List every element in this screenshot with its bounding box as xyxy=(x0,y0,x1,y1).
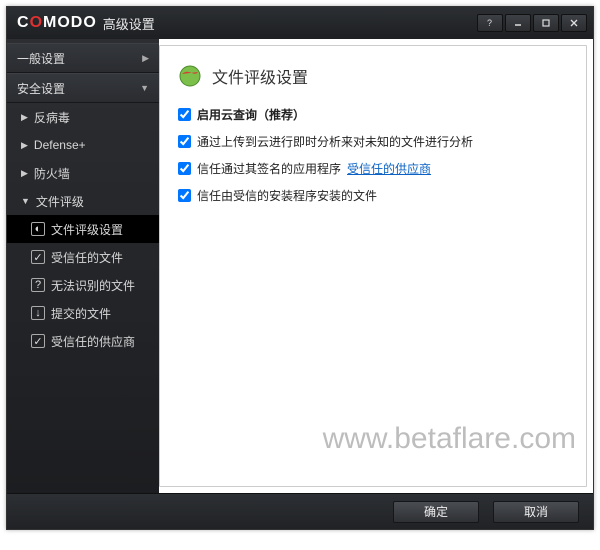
help-button[interactable]: ? xyxy=(477,14,503,32)
sidebar-sub-file-rating-settings[interactable]: ◐文件评级设置 xyxy=(7,215,159,243)
content-panel: 文件评级设置 启用云查询（推荐） 通过上传到云进行即时分析来对未知的文件进行分析… xyxy=(159,45,587,487)
option-label: 启用云查询（推荐） xyxy=(197,106,305,123)
option-trust-signed[interactable]: 信任通过其签名的应用程序 受信任的供应商 xyxy=(178,160,568,177)
sidebar-item-firewall[interactable]: ▶防火墙 xyxy=(7,159,159,187)
checkbox-cloud-lookup[interactable] xyxy=(178,108,191,121)
chevron-right-icon: ▶ xyxy=(21,112,28,123)
sidebar-section-label: 一般设置 xyxy=(17,50,65,67)
sidebar-item-file-rating[interactable]: ▼文件评级 xyxy=(7,187,159,215)
sidebar-sub-trusted-vendors[interactable]: ✓受信任的供应商 xyxy=(7,327,159,355)
option-label: 信任由受信的安装程序安装的文件 xyxy=(197,187,377,204)
ok-button[interactable]: 确定 xyxy=(393,501,479,523)
page-header: 文件评级设置 xyxy=(178,64,568,88)
brand-logo: COMODO xyxy=(17,14,97,32)
sidebar-item-defense[interactable]: ▶Defense+ xyxy=(7,131,159,159)
sidebar: 一般设置 ▶ 安全设置 ▼ ▶反病毒 ▶Defense+ ▶防火墙 ▼文件评级 … xyxy=(7,39,159,493)
sidebar-section-label: 安全设置 xyxy=(17,80,65,97)
sidebar-item-antivirus[interactable]: ▶反病毒 xyxy=(7,103,159,131)
titlebar: COMODO 高级设置 ? xyxy=(7,7,593,39)
check-icon: ✓ xyxy=(31,334,45,348)
settings-window: COMODO 高级设置 ? 一般设置 ▶ 安全设置 ▼ ▶反病毒 ▶Defens… xyxy=(6,6,594,530)
sidebar-sub-trusted-files[interactable]: ✓受信任的文件 xyxy=(7,243,159,271)
svg-text:?: ? xyxy=(487,18,492,28)
maximize-button[interactable] xyxy=(533,14,559,32)
option-cloud-analysis[interactable]: 通过上传到云进行即时分析来对未知的文件进行分析 xyxy=(178,133,568,150)
sidebar-subitems: ◐文件评级设置 ✓受信任的文件 ?无法识别的文件 ↓提交的文件 ✓受信任的供应商 xyxy=(7,215,159,355)
sidebar-section-security[interactable]: 安全设置 ▼ xyxy=(7,73,159,103)
chevron-down-icon: ▼ xyxy=(21,196,30,206)
footer: 确定 取消 xyxy=(7,493,593,529)
minimize-button[interactable] xyxy=(505,14,531,32)
sidebar-section-general[interactable]: 一般设置 ▶ xyxy=(7,43,159,73)
close-button[interactable] xyxy=(561,14,587,32)
cancel-button[interactable]: 取消 xyxy=(493,501,579,523)
trusted-vendors-link[interactable]: 受信任的供应商 xyxy=(347,160,431,177)
option-cloud-lookup[interactable]: 启用云查询（推荐） xyxy=(178,106,568,123)
question-icon: ? xyxy=(31,278,45,292)
chevron-right-icon: ▶ xyxy=(21,168,28,179)
sidebar-sub-unrecognized-files[interactable]: ?无法识别的文件 xyxy=(7,271,159,299)
chevron-right-icon: ▶ xyxy=(142,53,149,64)
checkbox-cloud-analysis[interactable] xyxy=(178,135,191,148)
target-icon: ◐ xyxy=(31,222,45,236)
page-title: 文件评级设置 xyxy=(212,64,308,88)
option-label: 通过上传到云进行即时分析来对未知的文件进行分析 xyxy=(197,133,473,150)
sidebar-sub-submitted-files[interactable]: ↓提交的文件 xyxy=(7,299,159,327)
window-title: 高级设置 xyxy=(103,14,155,33)
checkbox-trust-installer[interactable] xyxy=(178,189,191,202)
download-icon: ↓ xyxy=(31,306,45,320)
option-trust-installer[interactable]: 信任由受信的安装程序安装的文件 xyxy=(178,187,568,204)
chevron-right-icon: ▶ xyxy=(21,140,28,151)
check-icon: ✓ xyxy=(31,250,45,264)
chevron-down-icon: ▼ xyxy=(140,83,149,93)
globe-icon xyxy=(178,64,202,88)
checkbox-trust-signed[interactable] xyxy=(178,162,191,175)
watermark: www.betaflare.com xyxy=(323,422,576,456)
option-label: 信任通过其签名的应用程序 xyxy=(197,160,341,177)
